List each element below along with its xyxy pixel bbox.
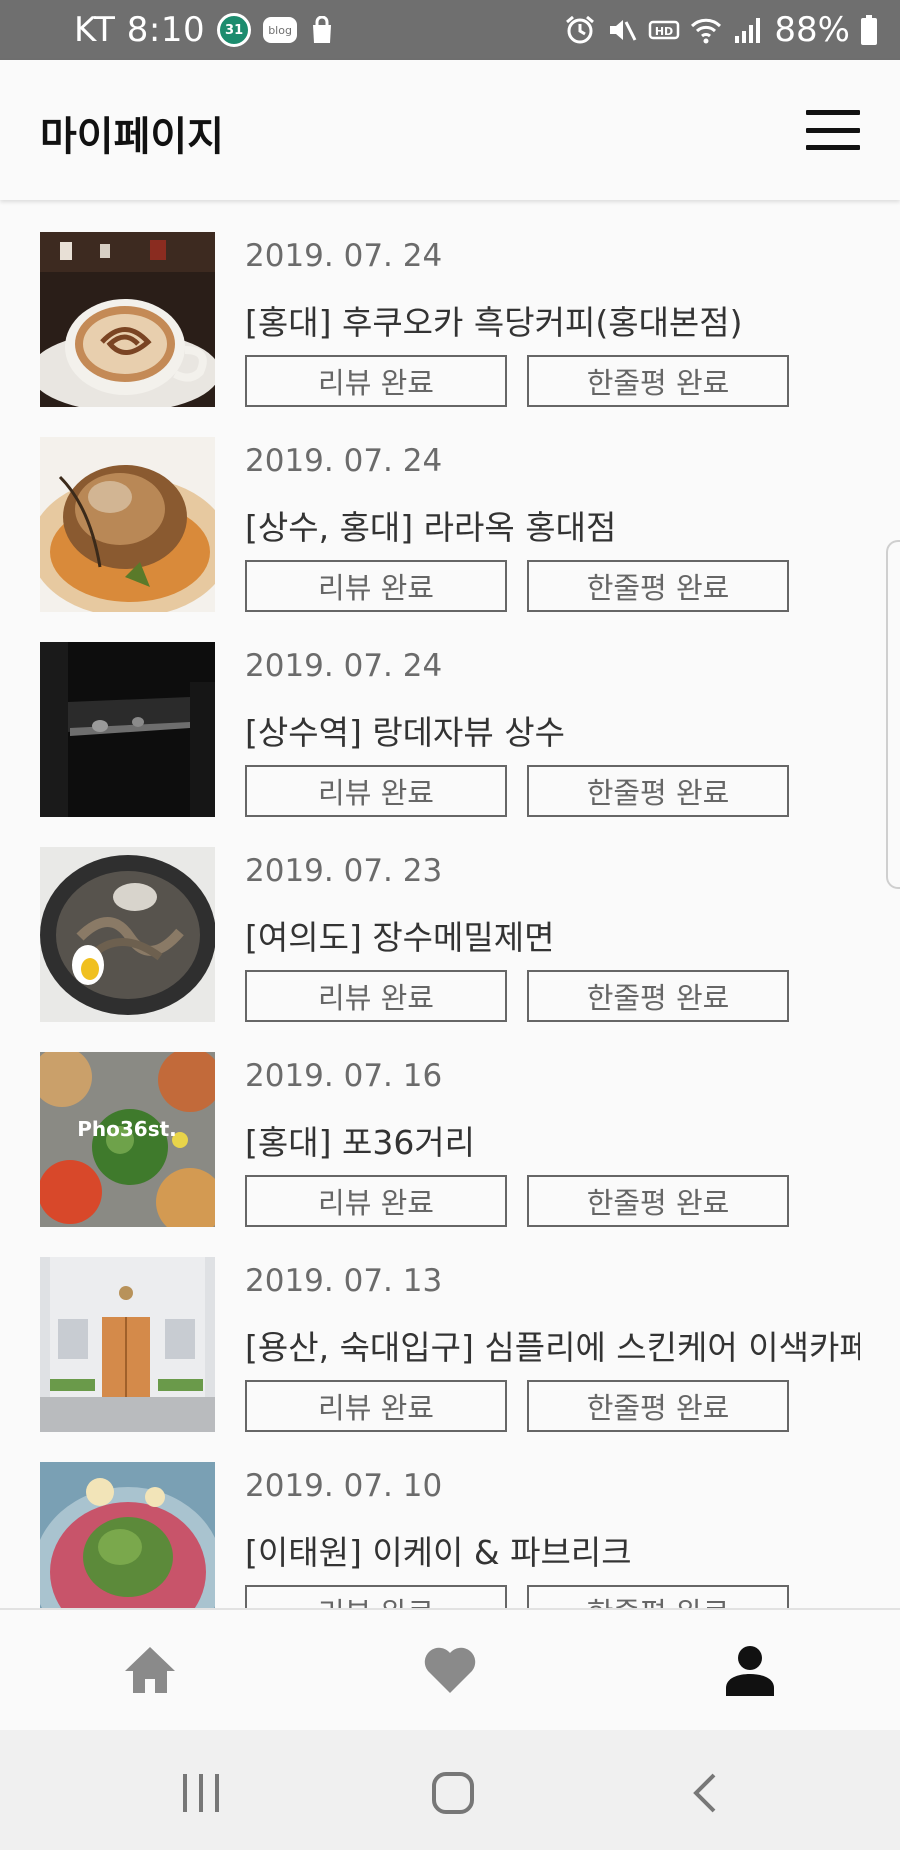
- one-line-review-done-button[interactable]: 한줄평 완료: [527, 1585, 789, 1608]
- visit-date: 2019. 07. 16: [245, 1058, 443, 1094]
- carrier-time: KT 8:10: [74, 10, 206, 50]
- list-item[interactable]: 2019. 07. 10 [이태원] 이케이 & 파브리크 리뷰 완료 한줄평 …: [0, 1430, 900, 1608]
- system-home-button[interactable]: [428, 1768, 478, 1818]
- blog-icon: blog: [263, 17, 298, 43]
- store-name[interactable]: [상수, 홍대] 라라옥 홍대점: [245, 501, 860, 549]
- person-icon: [726, 1646, 774, 1696]
- menu-icon-line: [806, 110, 860, 115]
- store-thumbnail[interactable]: [40, 232, 215, 407]
- menu-icon-line: [806, 145, 860, 150]
- signal-icon: [735, 18, 761, 43]
- status-bar: KT 8:10 31 blog HD 88%: [0, 0, 900, 60]
- visit-date: 2019. 07. 23: [245, 853, 443, 889]
- hd-icon: HD: [649, 20, 680, 40]
- store-thumbnail[interactable]: [40, 1462, 215, 1608]
- review-done-button[interactable]: 리뷰 완료: [245, 1380, 507, 1432]
- store-name[interactable]: [홍대] 포36거리: [245, 1116, 860, 1164]
- mute-icon: [610, 20, 637, 41]
- system-home-icon: [432, 1772, 474, 1814]
- menu-icon-line: [806, 127, 860, 133]
- store-name[interactable]: [상수역] 랑데자뷰 상수: [245, 706, 860, 754]
- store-name[interactable]: [이태원] 이케이 & 파브리크: [245, 1526, 860, 1574]
- review-done-button[interactable]: 리뷰 완료: [245, 560, 507, 612]
- visit-date: 2019. 07. 13: [245, 1263, 443, 1299]
- one-line-review-done-button[interactable]: 한줄평 완료: [527, 970, 789, 1022]
- system-back-button[interactable]: [680, 1768, 730, 1818]
- svg-text:HD: HD: [655, 25, 673, 38]
- review-done-button[interactable]: 리뷰 완료: [245, 1175, 507, 1227]
- review-done-button[interactable]: 리뷰 완료: [245, 765, 507, 817]
- heart-icon: [424, 1647, 476, 1693]
- store-thumbnail[interactable]: [40, 642, 215, 817]
- store-thumbnail[interactable]: [40, 437, 215, 612]
- one-line-review-done-button[interactable]: 한줄평 완료: [527, 560, 789, 612]
- visit-date: 2019. 07. 24: [245, 238, 443, 274]
- battery-level: 88%: [774, 10, 850, 50]
- list-item[interactable]: 2019. 07. 13 [용산, 숙대입구] 심플리에 스킨케어 이색카페 리…: [0, 1225, 900, 1432]
- recent-apps-icon: [183, 1774, 219, 1812]
- visit-date: 2019. 07. 24: [245, 648, 443, 684]
- one-line-review-done-button[interactable]: 한줄평 완료: [527, 1380, 789, 1432]
- store-name[interactable]: [여의도] 장수메밀제면: [245, 911, 860, 959]
- visit-list[interactable]: 2019. 07. 24 [홍대] 후쿠오카 흑당커피(홍대본점) 리뷰 완료 …: [0, 200, 900, 1608]
- wifi-icon: [691, 18, 722, 44]
- list-item[interactable]: Pho36st. 2019. 07. 16 [홍대] 포36거리 리뷰 완료 한…: [0, 1020, 900, 1227]
- store-name[interactable]: [용산, 숙대입구] 심플리에 스킨케어 이색카페: [245, 1321, 860, 1369]
- back-chevron-icon: [693, 1773, 716, 1813]
- list-item[interactable]: 2019. 07. 24 [상수역] 랑데자뷰 상수 리뷰 완료 한줄평 완료: [0, 610, 900, 817]
- list-item[interactable]: 2019. 07. 24 [상수, 홍대] 라라옥 홍대점 리뷰 완료 한줄평 …: [0, 405, 900, 612]
- app-header: 마이페이지: [0, 60, 900, 200]
- alarm-icon: [566, 15, 595, 44]
- edge-panel-handle[interactable]: [886, 540, 900, 889]
- calendar-badge-icon: 31: [217, 13, 252, 47]
- list-item[interactable]: 2019. 07. 23 [여의도] 장수메밀제면 리뷰 완료 한줄평 완료: [0, 815, 900, 1022]
- thumbnail-logo-text: Pho36st.: [77, 1117, 177, 1141]
- page-title: 마이페이지: [40, 114, 224, 160]
- nav-mypage-button[interactable]: [720, 1642, 780, 1698]
- nav-home-button[interactable]: [120, 1642, 180, 1698]
- one-line-review-done-button[interactable]: 한줄평 완료: [527, 765, 789, 817]
- store-thumbnail[interactable]: Pho36st.: [40, 1052, 215, 1227]
- system-nav-bar: [0, 1730, 900, 1850]
- menu-button[interactable]: [806, 110, 860, 150]
- review-done-button[interactable]: 리뷰 완료: [245, 1585, 507, 1608]
- one-line-review-done-button[interactable]: 한줄평 완료: [527, 1175, 789, 1227]
- battery-icon: [861, 15, 877, 45]
- visit-date: 2019. 07. 10: [245, 1468, 443, 1504]
- review-done-button[interactable]: 리뷰 완료: [245, 970, 507, 1022]
- bottom-nav: [0, 1608, 900, 1730]
- store-name[interactable]: [홍대] 후쿠오카 흑당커피(홍대본점): [245, 296, 860, 344]
- shopping-bag-icon: [313, 16, 332, 43]
- one-line-review-done-button[interactable]: 한줄평 완료: [527, 355, 789, 407]
- list-item[interactable]: 2019. 07. 24 [홍대] 후쿠오카 흑당커피(홍대본점) 리뷰 완료 …: [0, 200, 900, 407]
- visit-date: 2019. 07. 24: [245, 443, 443, 479]
- home-icon: [125, 1647, 175, 1693]
- nav-favorites-button[interactable]: [420, 1642, 480, 1698]
- review-done-button[interactable]: 리뷰 완료: [245, 355, 507, 407]
- store-thumbnail[interactable]: [40, 1257, 215, 1432]
- recent-apps-button[interactable]: [176, 1768, 226, 1818]
- store-thumbnail[interactable]: [40, 847, 215, 1022]
